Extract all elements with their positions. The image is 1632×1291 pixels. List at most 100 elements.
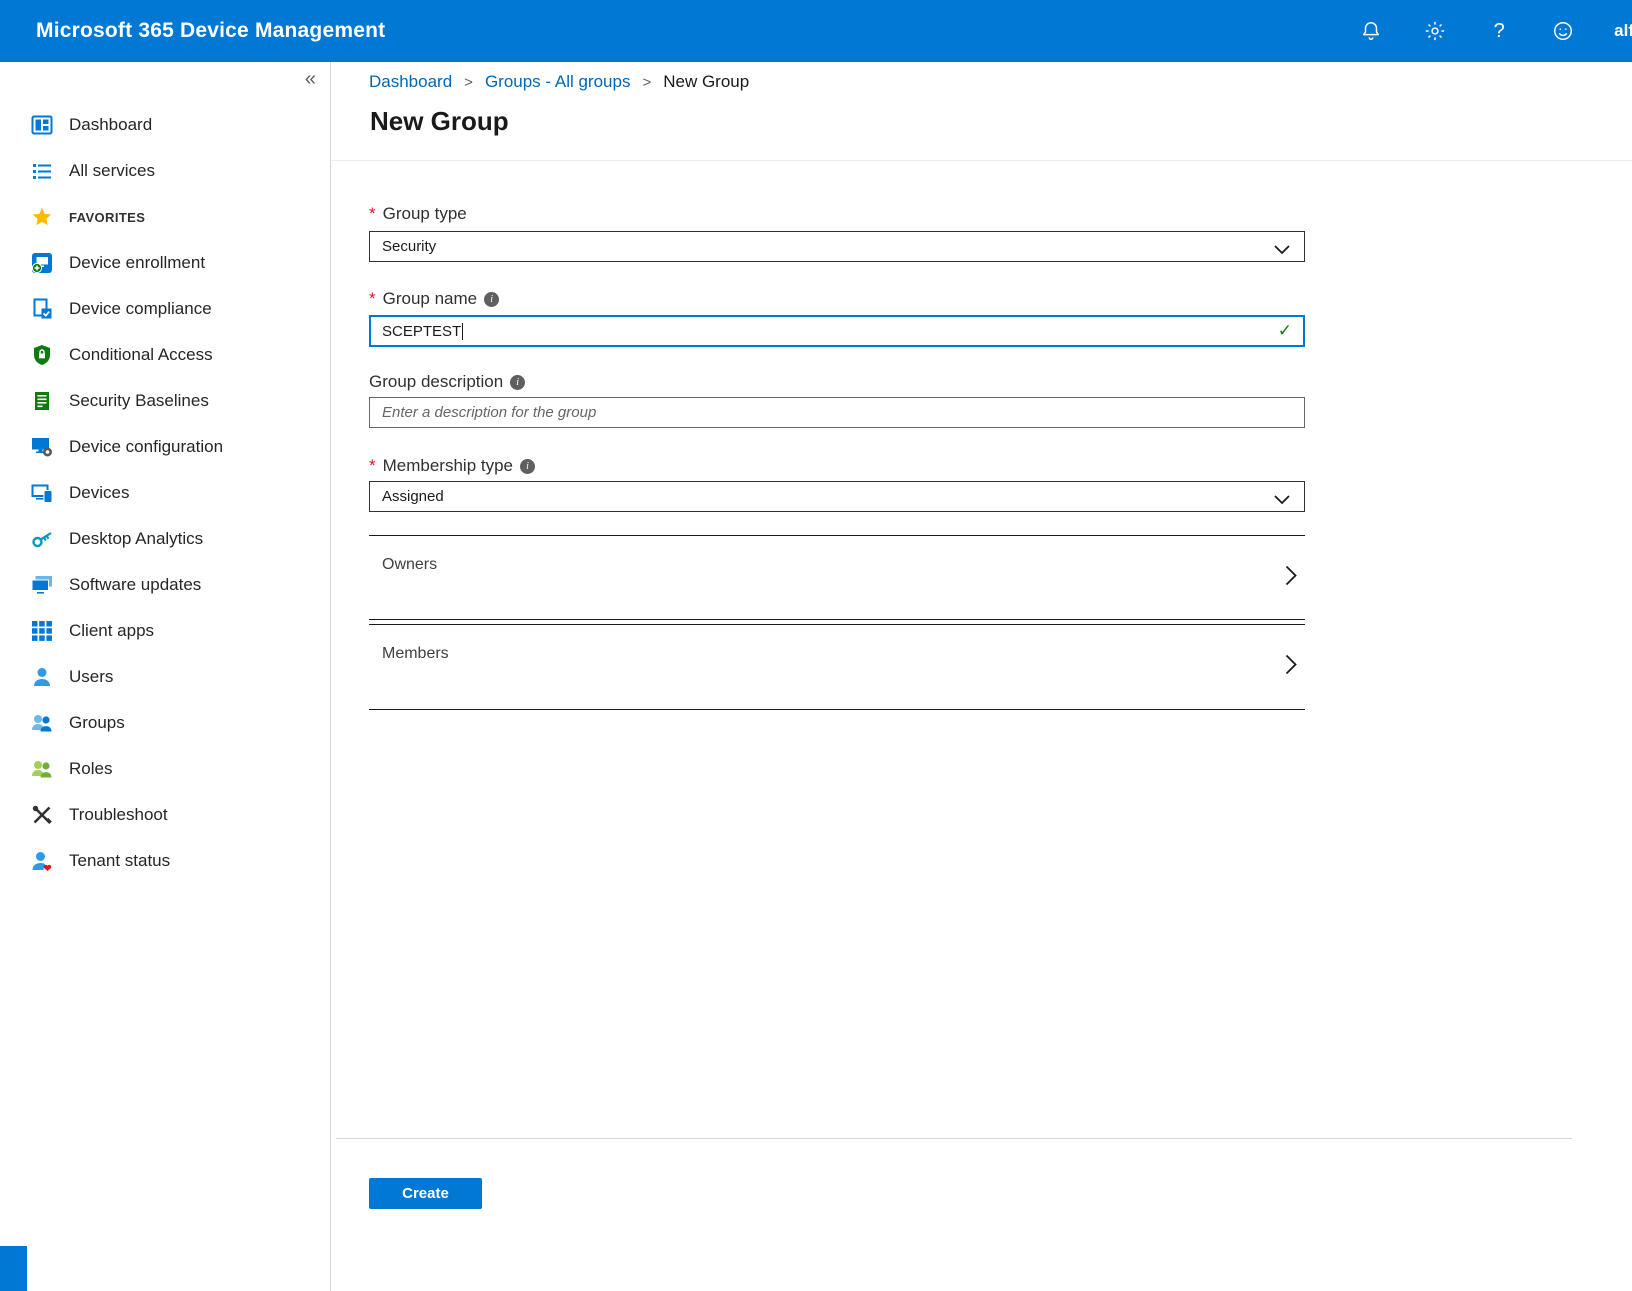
software-updates-icon <box>30 574 54 596</box>
sidebar-item-users[interactable]: Users <box>0 654 330 700</box>
sidebar-item-label: Users <box>69 667 113 687</box>
sidebar-item-tenant-status[interactable]: Tenant status <box>0 838 330 884</box>
members-section[interactable]: Members <box>369 624 1305 710</box>
settings-gear-icon[interactable] <box>1422 18 1448 44</box>
security-baselines-icon <box>30 390 54 412</box>
favorites-label: FAVORITES <box>69 210 145 225</box>
sidebar-item-label: Desktop Analytics <box>69 529 203 549</box>
membership-type-label: * Membership type i <box>369 456 535 476</box>
sidebar-item-device-compliance[interactable]: Device compliance <box>0 286 330 332</box>
favorites-header: FAVORITES <box>0 194 330 240</box>
sidebar-item-client-apps[interactable]: Client apps <box>0 608 330 654</box>
create-button[interactable]: Create <box>369 1178 482 1209</box>
membership-type-select[interactable]: Assigned <box>369 481 1305 512</box>
required-marker: * <box>369 456 376 476</box>
conditional-access-icon <box>30 344 54 366</box>
users-icon <box>30 666 54 688</box>
bottom-left-accent <box>0 1246 27 1291</box>
app-title: Microsoft 365 Device Management <box>36 19 385 43</box>
all-services-icon <box>30 160 54 182</box>
sidebar-nav: Dashboard All services FAVORITES Device … <box>0 62 330 884</box>
sidebar-item-label: Dashboard <box>69 115 152 135</box>
group-type-value: Security <box>382 238 436 255</box>
sidebar-item-label: Device compliance <box>69 299 212 319</box>
sidebar-item-label: Tenant status <box>69 851 170 871</box>
troubleshoot-icon <box>30 804 54 826</box>
chevron-right-icon <box>1285 654 1297 680</box>
sidebar: « Dashboard All services FAVORITES <box>0 62 331 1291</box>
sidebar-collapse-icon[interactable]: « <box>305 68 316 91</box>
dashboard-icon <box>30 114 54 136</box>
sidebar-item-software-updates[interactable]: Software updates <box>0 562 330 608</box>
sidebar-item-device-configuration[interactable]: Device configuration <box>0 424 330 470</box>
sidebar-item-security-baselines[interactable]: Security Baselines <box>0 378 330 424</box>
info-icon[interactable]: i <box>484 292 499 307</box>
sidebar-item-label: Conditional Access <box>69 345 213 365</box>
group-description-label: Group description i <box>369 372 525 392</box>
sidebar-item-label: All services <box>69 161 155 181</box>
footer-divider <box>336 1138 1572 1139</box>
group-description-input[interactable] <box>369 397 1305 428</box>
sidebar-item-label: Device enrollment <box>69 253 205 273</box>
sidebar-item-label: Troubleshoot <box>69 805 168 825</box>
sidebar-item-label: Security Baselines <box>69 391 209 411</box>
app-window: Microsoft 365 Device Management ? alf « … <box>0 0 1632 1291</box>
group-name-input[interactable]: SCEPTEST ✓ <box>369 315 1305 347</box>
group-type-label: * Group type <box>369 204 467 224</box>
chevron-down-icon <box>1274 492 1290 509</box>
desktop-analytics-icon <box>30 528 54 550</box>
sidebar-item-conditional-access[interactable]: Conditional Access <box>0 332 330 378</box>
breadcrumb-groups-link[interactable]: Groups - All groups <box>485 72 631 92</box>
valid-checkmark-icon: ✓ <box>1278 321 1292 341</box>
sidebar-item-device-enrollment[interactable]: Device enrollment <box>0 240 330 286</box>
group-name-value: SCEPTEST <box>382 323 461 340</box>
sidebar-item-label: Devices <box>69 483 129 503</box>
breadcrumb: Dashboard > Groups - All groups > New Gr… <box>369 72 749 92</box>
header-divider <box>332 160 1632 161</box>
chevron-down-icon <box>1274 242 1290 259</box>
text-caret <box>462 323 463 340</box>
topbar-actions: ? alf <box>1358 18 1632 44</box>
required-marker: * <box>369 204 376 224</box>
devices-icon <box>30 482 54 504</box>
required-marker: * <box>369 289 376 309</box>
sidebar-item-label: Client apps <box>69 621 154 641</box>
help-icon[interactable]: ? <box>1486 18 1512 44</box>
device-compliance-icon <box>30 298 54 320</box>
sidebar-item-label: Software updates <box>69 575 201 595</box>
sidebar-item-dashboard[interactable]: Dashboard <box>0 102 330 148</box>
tenant-status-icon <box>30 850 54 872</box>
roles-icon <box>30 758 54 780</box>
info-icon[interactable]: i <box>520 459 535 474</box>
sidebar-item-devices[interactable]: Devices <box>0 470 330 516</box>
sidebar-item-groups[interactable]: Groups <box>0 700 330 746</box>
sidebar-item-roles[interactable]: Roles <box>0 746 330 792</box>
membership-type-value: Assigned <box>382 488 444 505</box>
user-account-label[interactable]: alf <box>1614 21 1632 41</box>
info-icon[interactable]: i <box>510 375 525 390</box>
top-bar: Microsoft 365 Device Management ? alf <box>0 0 1632 62</box>
breadcrumb-dashboard-link[interactable]: Dashboard <box>369 72 452 92</box>
sidebar-item-label: Roles <box>69 759 112 779</box>
breadcrumb-separator-icon: > <box>464 74 473 91</box>
device-configuration-icon <box>30 436 54 458</box>
main-content: Dashboard > Groups - All groups > New Gr… <box>332 62 1632 1291</box>
groups-icon <box>30 712 54 734</box>
sidebar-item-label: Groups <box>69 713 125 733</box>
breadcrumb-separator-icon: > <box>642 74 651 91</box>
sidebar-item-all-services[interactable]: All services <box>0 148 330 194</box>
device-enrollment-icon <box>30 252 54 274</box>
page-title: New Group <box>370 106 509 137</box>
star-icon <box>30 207 54 227</box>
feedback-smiley-icon[interactable] <box>1550 18 1576 44</box>
members-label: Members <box>382 645 449 663</box>
sidebar-item-troubleshoot[interactable]: Troubleshoot <box>0 792 330 838</box>
notifications-bell-icon[interactable] <box>1358 18 1384 44</box>
group-type-select[interactable]: Security <box>369 231 1305 262</box>
group-name-label: * Group name i <box>369 289 499 309</box>
client-apps-icon <box>30 620 54 642</box>
chevron-right-icon <box>1285 565 1297 591</box>
sidebar-item-label: Device configuration <box>69 437 223 457</box>
owners-section[interactable]: Owners <box>369 535 1305 620</box>
sidebar-item-desktop-analytics[interactable]: Desktop Analytics <box>0 516 330 562</box>
